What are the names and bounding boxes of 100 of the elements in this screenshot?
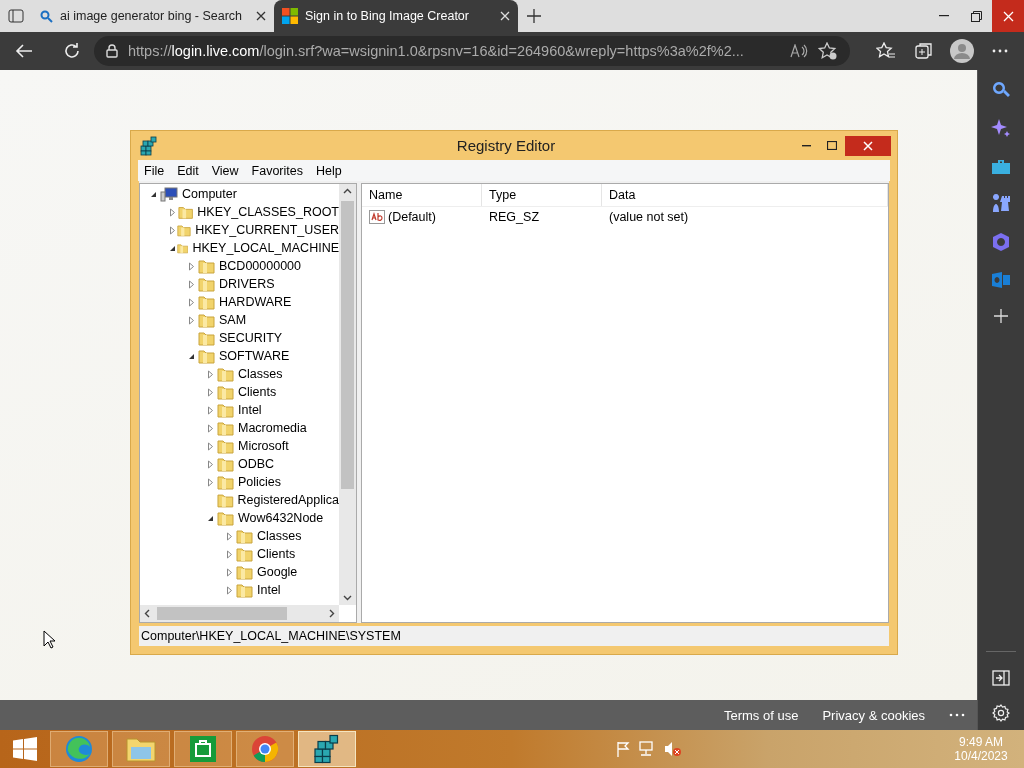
folder-icon	[198, 348, 215, 364]
folder-icon	[198, 276, 215, 292]
expand-arrow-icon[interactable]	[207, 369, 215, 379]
folder-icon	[217, 366, 234, 382]
menu-item[interactable]: View	[211, 163, 239, 178]
sparkle-icon[interactable]	[991, 118, 1011, 138]
tree-item[interactable]: ODBC	[238, 457, 275, 471]
expand-arrow-icon[interactable]	[188, 279, 196, 289]
tree-item[interactable]: Policies	[238, 475, 282, 489]
tree-item[interactable]: Classes	[257, 529, 302, 543]
menu-item[interactable]: Favorites	[251, 163, 303, 178]
tree-item[interactable]: Wow6432Node	[238, 511, 324, 525]
scroll-up-icon[interactable]	[343, 188, 352, 194]
windows-start-icon[interactable]	[12, 737, 38, 761]
hide-sidebar-icon[interactable]	[992, 670, 1010, 686]
volume-muted-icon[interactable]	[664, 741, 682, 757]
tree-item[interactable]: SECURITY	[219, 331, 283, 345]
tree-item[interactable]: DRIVERS	[219, 277, 275, 291]
expand-arrow-icon[interactable]	[169, 207, 177, 217]
folder-icon	[216, 492, 234, 508]
folder-icon	[217, 420, 234, 436]
scroll-right-icon[interactable]	[329, 609, 335, 618]
add-favorite-icon[interactable]	[818, 42, 838, 60]
tree-item[interactable]: Intel	[238, 403, 262, 417]
footer-link[interactable]: Privacy & cookies	[822, 707, 925, 723]
search-icon[interactable]	[991, 80, 1011, 100]
scroll-left-icon[interactable]	[144, 609, 150, 618]
menu-item[interactable]: Edit	[177, 163, 199, 178]
menu-item[interactable]: Help	[316, 163, 342, 178]
tree-item[interactable]: Macromedia	[238, 421, 307, 435]
vertical-scrollbar[interactable]	[339, 184, 356, 605]
expand-arrow-icon[interactable]	[226, 585, 234, 595]
expand-arrow-icon[interactable]	[207, 405, 215, 415]
store-icon	[189, 735, 217, 763]
tree-item[interactable]: BCD00000000	[219, 259, 301, 273]
url-text: https://login.live.com/login.srf?wa=wsignin1.0&rpsnv=16&id=264960&wreply=https%3a%2f%2...	[128, 43, 744, 59]
value-type: REG_SZ	[489, 210, 539, 224]
column-header[interactable]: Type	[482, 184, 602, 206]
flag-icon[interactable]	[616, 741, 630, 757]
tree-item[interactable]: RegisteredApplica	[237, 493, 339, 507]
folder-icon	[236, 546, 253, 562]
close-icon[interactable]	[256, 11, 266, 21]
footer-link[interactable]: Terms of use	[724, 707, 799, 723]
expand-arrow-icon[interactable]	[169, 225, 177, 235]
settings-icon[interactable]	[992, 704, 1010, 722]
folder-icon	[217, 510, 234, 526]
folder-icon	[217, 438, 234, 454]
expand-arrow-icon[interactable]	[188, 261, 196, 271]
expand-arrow-icon[interactable]	[207, 387, 215, 397]
column-header[interactable]: Data	[602, 184, 888, 206]
expand-arrow-icon[interactable]	[188, 315, 196, 325]
folder-icon	[236, 564, 253, 580]
tree-item[interactable]: Microsoft	[238, 439, 289, 453]
scroll-down-icon[interactable]	[343, 595, 352, 601]
value-name[interactable]: (Default)	[388, 210, 436, 224]
folder-icon	[178, 204, 194, 220]
expand-arrow-icon[interactable]	[226, 549, 234, 559]
folder-icon	[198, 330, 215, 346]
folder-icon	[125, 735, 157, 763]
read-aloud-icon[interactable]	[790, 44, 808, 58]
chrome-icon	[250, 734, 280, 764]
taskbar-app[interactable]	[298, 731, 356, 767]
expand-arrow-icon[interactable]	[207, 459, 215, 469]
expand-arrow-icon[interactable]	[207, 477, 215, 487]
browser-tab[interactable]: Sign in to Bing Image Creator	[274, 0, 518, 32]
tree-item[interactable]: SAM	[219, 313, 247, 327]
lock-icon	[106, 44, 118, 58]
tree-item[interactable]: Google	[257, 565, 298, 579]
tree-item[interactable]: HKEY_CLASSES_ROOT	[197, 205, 339, 219]
chess-pieces-icon[interactable]	[991, 194, 1011, 214]
folder-icon	[177, 222, 192, 238]
tree-item[interactable]: Classes	[238, 367, 283, 381]
expand-arrow-icon[interactable]	[226, 531, 234, 541]
network-icon[interactable]	[638, 741, 656, 757]
tree-item[interactable]: HKEY_LOCAL_MACHINE	[192, 241, 339, 255]
folder-icon	[198, 312, 215, 328]
expand-arrow-icon[interactable]	[207, 423, 215, 433]
tree-item[interactable]: HKEY_CURRENT_USER	[195, 223, 339, 237]
browser-tab[interactable]: ai image generator bing - Search	[32, 0, 274, 32]
expand-arrow-icon[interactable]	[226, 567, 234, 577]
add-icon[interactable]	[993, 308, 1009, 324]
tree-item[interactable]: Clients	[257, 547, 296, 561]
folder-icon	[217, 456, 234, 472]
status-bar-path: Computer\HKEY_LOCAL_MACHINE\SYSTEM	[139, 626, 889, 646]
column-header[interactable]: Name	[362, 184, 482, 206]
tree-item[interactable]: Intel	[257, 583, 281, 597]
expand-arrow-icon[interactable]	[207, 441, 215, 451]
value-data: (value not set)	[609, 210, 689, 224]
string-value-icon	[369, 210, 385, 224]
tree-item[interactable]: Clients	[238, 385, 277, 399]
address-bar[interactable]: https://login.live.com/login.srf?wa=wsignin1.0&rpsnv=16&id=264960&wreply=https%3a%2f%2...	[94, 36, 850, 66]
horizontal-scrollbar[interactable]	[140, 605, 339, 622]
menu-item[interactable]: File	[144, 163, 165, 178]
tree-item[interactable]: Computer	[182, 187, 237, 201]
expand-arrow-icon[interactable]	[188, 297, 196, 307]
tree-item[interactable]: HARDWARE	[219, 295, 292, 309]
tree-item[interactable]: SOFTWARE	[219, 349, 290, 363]
more-icon[interactable]	[949, 713, 965, 717]
folder-icon	[217, 474, 234, 490]
folder-icon	[217, 384, 234, 400]
